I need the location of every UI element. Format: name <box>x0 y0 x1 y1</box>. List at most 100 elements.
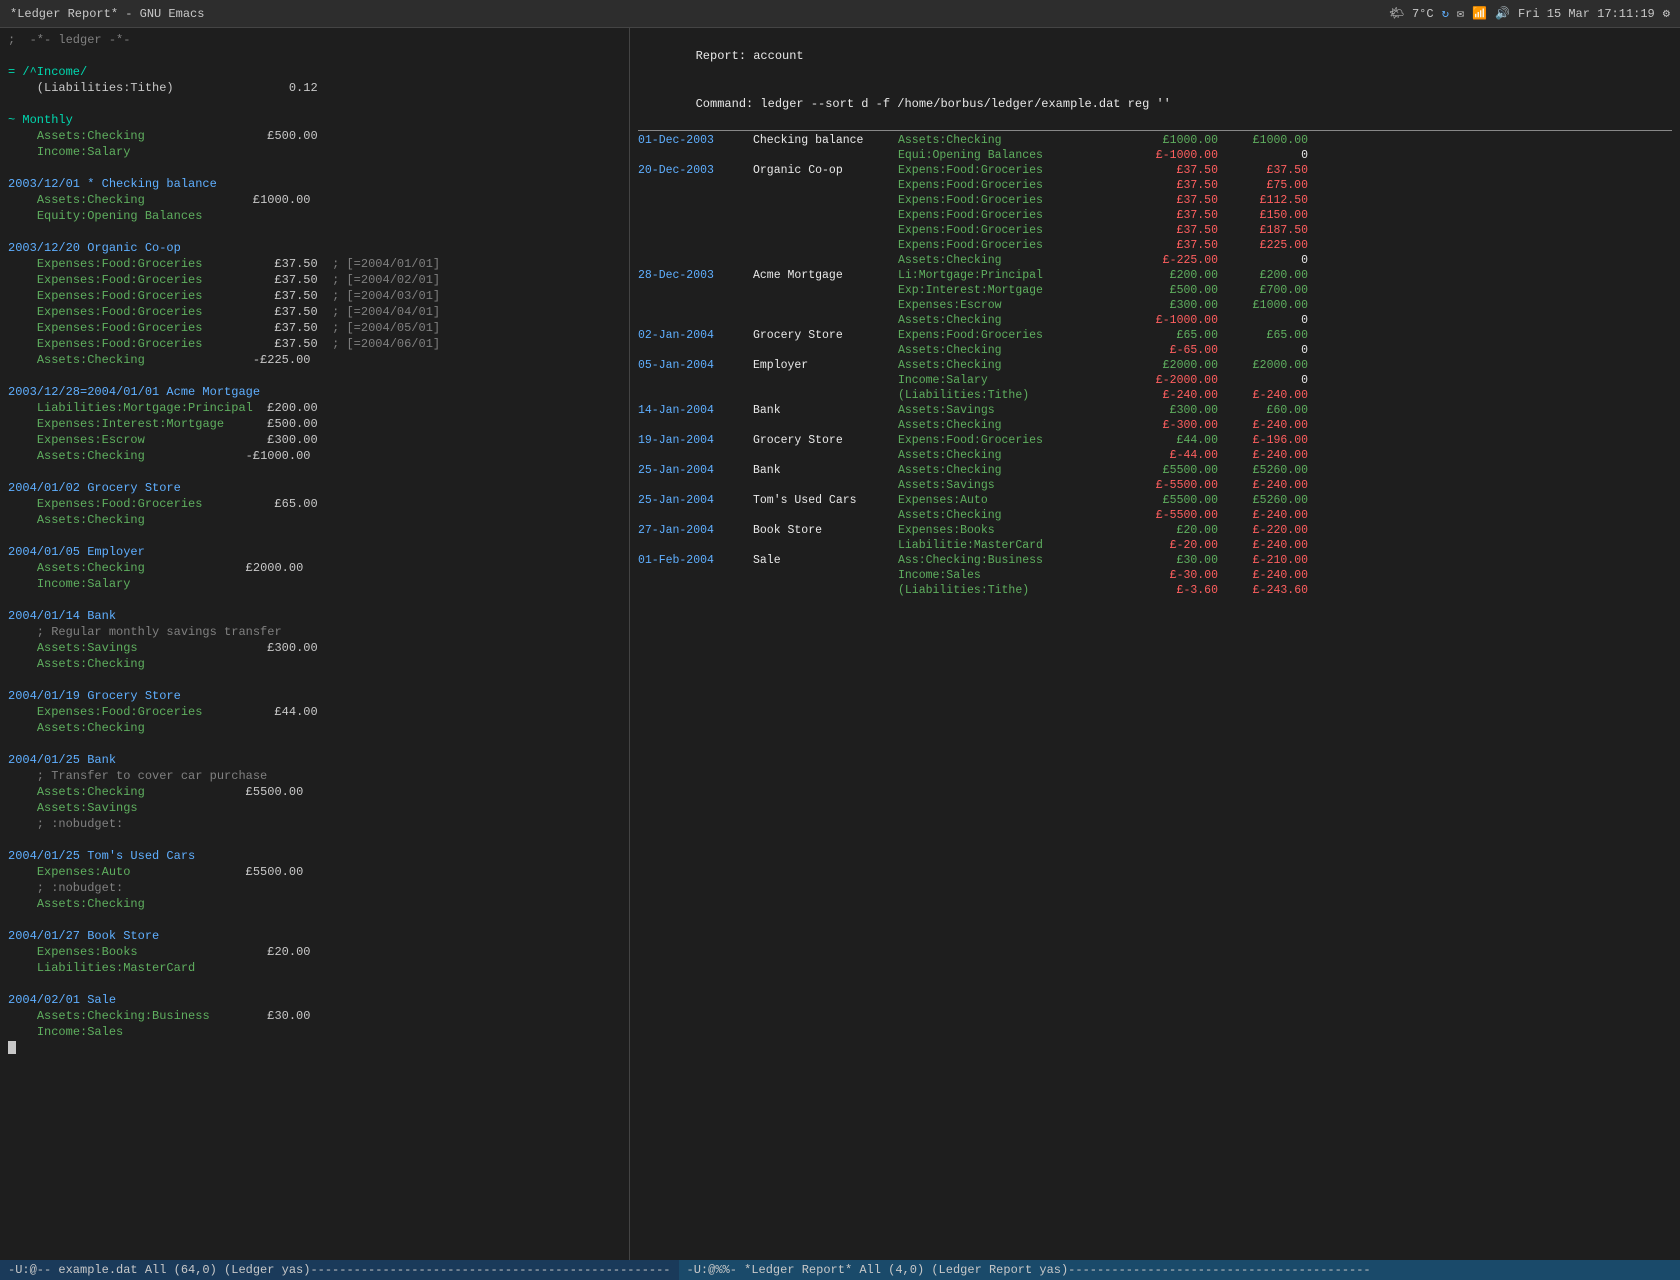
table-row: Expens:Food:Groceries £37.50 £150.00 <box>638 208 1672 223</box>
editor-line: Assets:Checking £500.00 <box>8 128 621 144</box>
editor-line: ~ Monthly <box>8 112 621 128</box>
weather-icon: 🌤 <box>1389 6 1404 21</box>
main-area: ; -*- ledger -*- = /^Income/ (Liabilitie… <box>0 28 1680 1260</box>
table-row: 01-Feb-2004 Sale Ass:Checking:Business £… <box>638 553 1672 568</box>
editor-line <box>8 592 621 608</box>
weather-temp: 7°C <box>1412 7 1434 21</box>
table-row: Expenses:Escrow £300.00 £1000.00 <box>638 298 1672 313</box>
editor-line: Expenses:Escrow £300.00 <box>8 432 621 448</box>
editor-line: Expenses:Food:Groceries £37.50 ; [=2004/… <box>8 288 621 304</box>
report-pane: Report: account Command: ledger --sort d… <box>630 28 1680 1260</box>
editor-line: Assets:Checking <box>8 656 621 672</box>
editor-line: Assets:Checking <box>8 720 621 736</box>
table-row: Assets:Checking £-5500.00 £-240.00 <box>638 508 1672 523</box>
editor-line: Expenses:Food:Groceries £37.50 ; [=2004/… <box>8 336 621 352</box>
editor-pane[interactable]: ; -*- ledger -*- = /^Income/ (Liabilitie… <box>0 28 630 1260</box>
editor-line: ; :nobudget: <box>8 816 621 832</box>
statusbar-left-text: -U:@-- example.dat All (64,0) (Ledger ya… <box>8 1263 671 1277</box>
table-row: Assets:Checking £-44.00 £-240.00 <box>638 448 1672 463</box>
statusbar-right-text: -U:@%%- *Ledger Report* All (4,0) (Ledge… <box>687 1263 1371 1277</box>
editor-line: 2004/01/25 Tom's Used Cars <box>8 848 621 864</box>
table-row: Expens:Food:Groceries £37.50 £225.00 <box>638 238 1672 253</box>
network-icon: 📶 <box>1472 6 1487 21</box>
table-row: Exp:Interest:Mortgage £500.00 £700.00 <box>638 283 1672 298</box>
editor-line: Expenses:Interest:Mortgage £500.00 <box>8 416 621 432</box>
editor-line: Assets:Checking <box>8 512 621 528</box>
editor-line: 2003/12/20 Organic Co-op <box>8 240 621 256</box>
editor-line: 2004/01/19 Grocery Store <box>8 688 621 704</box>
editor-line: 2004/01/05 Employer <box>8 544 621 560</box>
editor-line: Assets:Savings <box>8 800 621 816</box>
table-row: 19-Jan-2004 Grocery Store Expens:Food:Gr… <box>638 433 1672 448</box>
editor-line: 2004/01/27 Book Store <box>8 928 621 944</box>
editor-line: 2004/01/02 Grocery Store <box>8 480 621 496</box>
editor-line: (Liabilities:Tithe) 0.12 <box>8 80 621 96</box>
table-row: Expens:Food:Groceries £37.50 £112.50 <box>638 193 1672 208</box>
editor-line: ; :nobudget: <box>8 880 621 896</box>
volume-icon[interactable]: 🔊 <box>1495 6 1510 21</box>
table-row: Assets:Checking £-65.00 0 <box>638 343 1672 358</box>
editor-line: Income:Sales <box>8 1024 621 1040</box>
editor-line: Expenses:Food:Groceries £65.00 <box>8 496 621 512</box>
table-row: 25-Jan-2004 Tom's Used Cars Expenses:Aut… <box>638 493 1672 508</box>
statusbar-left: -U:@-- example.dat All (64,0) (Ledger ya… <box>0 1260 679 1280</box>
editor-line <box>8 736 621 752</box>
mail-icon[interactable]: ✉ <box>1457 6 1464 21</box>
editor-line: Assets:Checking:Business £30.00 <box>8 1008 621 1024</box>
editor-line: Expenses:Food:Groceries £37.50 ; [=2004/… <box>8 272 621 288</box>
table-row: Liabilitie:MasterCard £-20.00 £-240.00 <box>638 538 1672 553</box>
editor-line: Assets:Checking £5500.00 <box>8 784 621 800</box>
editor-line: Equity:Opening Balances <box>8 208 621 224</box>
editor-content[interactable]: ; -*- ledger -*- = /^Income/ (Liabilitie… <box>0 28 629 1260</box>
editor-line: Liabilities:Mortgage:Principal £200.00 <box>8 400 621 416</box>
settings-icon[interactable]: ⚙ <box>1663 6 1670 21</box>
editor-line <box>8 912 621 928</box>
window-title: *Ledger Report* - GNU Emacs <box>10 7 204 21</box>
editor-line: Assets:Checking <box>8 896 621 912</box>
editor-line: ; Regular monthly savings transfer <box>8 624 621 640</box>
editor-line <box>8 832 621 848</box>
editor-line: ; -*- ledger -*- <box>8 32 621 48</box>
report-divider <box>638 130 1672 131</box>
editor-line: Assets:Savings £300.00 <box>8 640 621 656</box>
table-row: Expens:Food:Groceries £37.50 £75.00 <box>638 178 1672 193</box>
table-row: Assets:Checking £-225.00 0 <box>638 253 1672 268</box>
statusbar-right: -U:@%%- *Ledger Report* All (4,0) (Ledge… <box>679 1260 1680 1280</box>
table-row: 25-Jan-2004 Bank Assets:Checking £5500.0… <box>638 463 1672 478</box>
titlebar-right: 🌤 7°C ↻ ✉ 📶 🔊 Fri 15 Mar 17:11:19 ⚙ <box>1389 6 1670 21</box>
table-row: Assets:Checking £-300.00 £-240.00 <box>638 418 1672 433</box>
table-row: Income:Sales £-30.00 £-240.00 <box>638 568 1672 583</box>
editor-line: Liabilities:MasterCard <box>8 960 621 976</box>
editor-line <box>8 48 621 64</box>
editor-line: Assets:Checking -£1000.00 <box>8 448 621 464</box>
titlebar: *Ledger Report* - GNU Emacs 🌤 7°C ↻ ✉ 📶 … <box>0 0 1680 28</box>
table-row: 02-Jan-2004 Grocery Store Expens:Food:Gr… <box>638 328 1672 343</box>
table-row: Assets:Savings £-5500.00 £-240.00 <box>638 478 1672 493</box>
report-content: Report: account Command: ledger --sort d… <box>630 28 1680 1260</box>
table-row: Income:Salary £-2000.00 0 <box>638 373 1672 388</box>
editor-line <box>8 528 621 544</box>
table-row: 20-Dec-2003 Organic Co-op Expens:Food:Gr… <box>638 163 1672 178</box>
editor-line <box>8 368 621 384</box>
editor-line <box>8 464 621 480</box>
editor-line: Assets:Checking £1000.00 <box>8 192 621 208</box>
editor-line <box>8 96 621 112</box>
table-row: 01-Dec-2003 Checking balance Assets:Chec… <box>638 133 1672 148</box>
table-row: (Liabilities:Tithe) £-240.00 £-240.00 <box>638 388 1672 403</box>
editor-line: Expenses:Food:Groceries £37.50 ; [=2004/… <box>8 256 621 272</box>
editor-line: Expenses:Food:Groceries £37.50 ; [=2004/… <box>8 304 621 320</box>
table-row: Expens:Food:Groceries £37.50 £187.50 <box>638 223 1672 238</box>
table-row: (Liabilities:Tithe) £-3.60 £-243.60 <box>638 583 1672 598</box>
editor-line <box>8 1040 621 1056</box>
editor-line: 2004/01/25 Bank <box>8 752 621 768</box>
editor-line: Income:Salary <box>8 144 621 160</box>
refresh-icon[interactable]: ↻ <box>1442 6 1449 21</box>
statusbar: -U:@-- example.dat All (64,0) (Ledger ya… <box>0 1260 1680 1280</box>
editor-line <box>8 976 621 992</box>
editor-line: Assets:Checking -£225.00 <box>8 352 621 368</box>
table-row: Assets:Checking £-1000.00 0 <box>638 313 1672 328</box>
editor-line: Expenses:Auto £5500.00 <box>8 864 621 880</box>
table-row: 28-Dec-2003 Acme Mortgage Li:Mortgage:Pr… <box>638 268 1672 283</box>
report-table: 01-Dec-2003 Checking balance Assets:Chec… <box>638 133 1672 598</box>
editor-line <box>8 224 621 240</box>
